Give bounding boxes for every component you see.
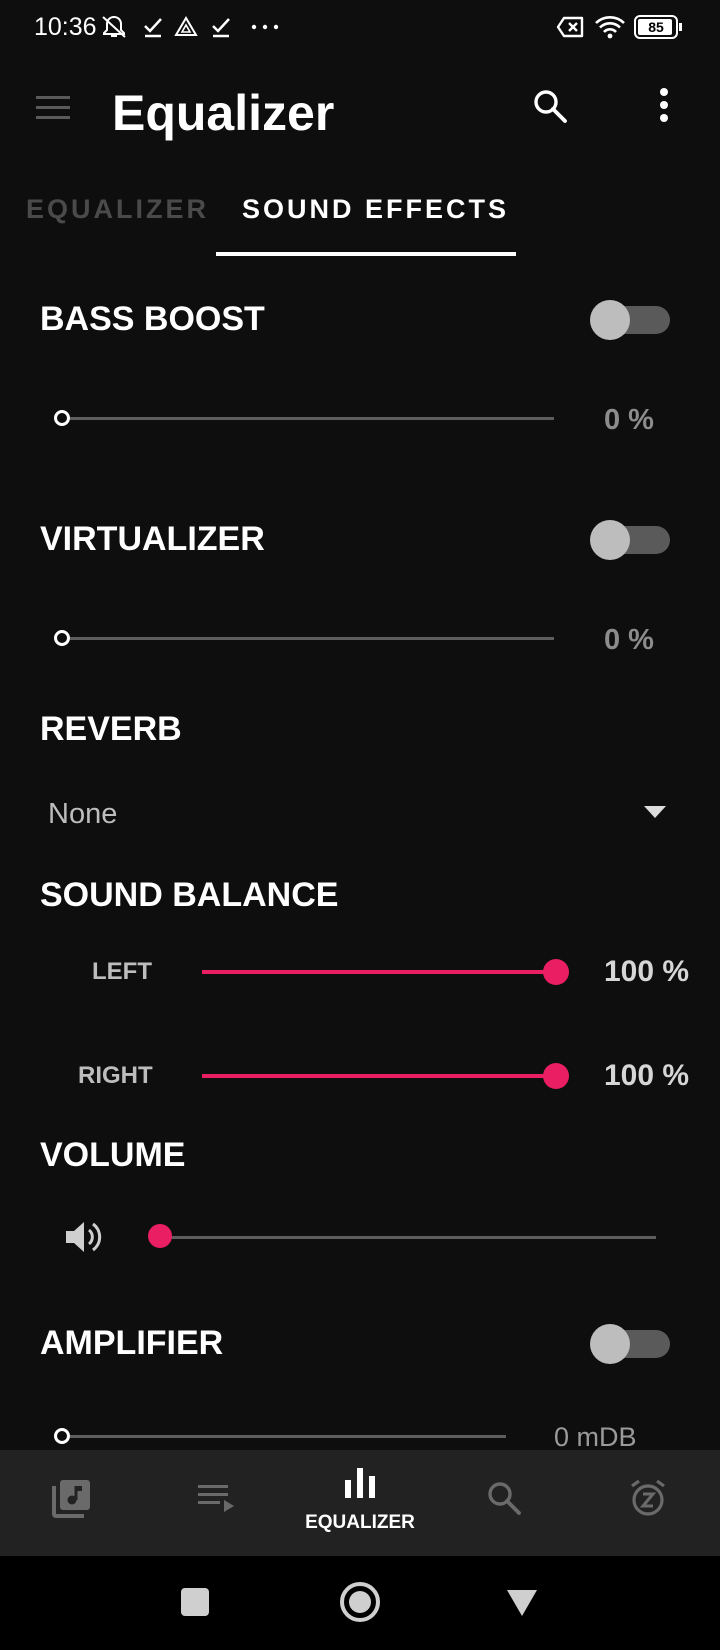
status-time: 10:36 [34,13,97,41]
amplifier-value: 0 mDB [554,1422,637,1452]
bottom-navigation: EQUALIZER [0,1450,720,1556]
balance-right-label: RIGHT [78,1062,153,1089]
balance-right-slider[interactable] [202,1062,572,1090]
amplifier-switch[interactable] [590,1324,670,1364]
system-navigation [0,1556,720,1650]
virtualizer-switch[interactable] [590,520,670,560]
nav-equalizer[interactable]: EQUALIZER [285,1450,435,1556]
amplifier-title: AMPLIFIER [40,1324,224,1362]
balance-left-value: 100 % [604,955,690,988]
check-icon [144,18,162,38]
nav-queue[interactable] [144,1450,288,1556]
home-button[interactable] [340,1582,380,1622]
volume-slider[interactable] [148,1224,658,1250]
back-button[interactable] [505,1588,539,1618]
tab-bar: EQUALIZER SOUND EFFECTS [0,164,720,258]
notifications-off-icon [102,15,126,38]
reverb-title: REVERB [40,710,182,748]
queue-icon [198,1485,234,1512]
bass-boost-slider[interactable] [54,408,558,428]
slider-thumb[interactable] [543,959,569,985]
equalizer-icon [345,1468,375,1498]
status-bar: 10:36 85 [0,0,720,54]
virtualizer-title: VIRTUALIZER [40,520,265,558]
balance-left-slider[interactable] [202,958,572,986]
check-icon [212,18,230,38]
amplifier-slider[interactable] [54,1426,510,1446]
bass-boost-title: BASS BOOST [40,300,265,338]
reverb-dropdown[interactable]: None [40,790,680,840]
nav-search[interactable] [432,1450,576,1556]
volume-title: VOLUME [40,1136,186,1174]
search-icon[interactable] [532,88,568,124]
drive-icon [174,16,198,36]
menu-icon[interactable] [36,94,70,122]
balance-right-value: 100 % [604,1059,690,1092]
balance-left-label: LEFT [92,958,152,985]
virtualizer-value: 0 % [604,624,654,656]
recents-button[interactable] [181,1588,209,1616]
slider-thumb[interactable] [54,1428,70,1444]
nav-library[interactable] [0,1450,144,1556]
battery-level: 85 [648,19,664,35]
chevron-down-icon [644,806,666,818]
nav-equalizer-label: EQUALIZER [305,1512,415,1533]
bass-boost-value: 0 % [604,404,654,436]
app-bar: Equalizer [0,54,720,164]
sleep-timer-icon [631,1479,665,1516]
search-icon [488,1482,521,1515]
wifi-icon [595,16,625,39]
bass-boost-switch[interactable] [590,300,670,340]
slider-thumb[interactable] [54,410,70,426]
no-sim-icon [556,16,584,38]
volume-icon [66,1222,102,1252]
page-title: Equalizer [112,85,335,141]
slider-thumb[interactable] [543,1063,569,1089]
slider-thumb[interactable] [54,630,70,646]
music-library-icon [52,1480,90,1518]
more-dots-icon [251,24,279,30]
slider-thumb[interactable] [148,1224,172,1248]
tab-indicator [216,252,516,256]
battery-icon: 85 [634,15,682,39]
more-vert-icon[interactable] [650,86,678,126]
virtualizer-slider[interactable] [54,628,558,648]
nav-sleep-timer[interactable] [576,1450,720,1556]
sound-balance-title: SOUND BALANCE [40,876,339,914]
tab-equalizer[interactable]: EQUALIZER [26,194,209,225]
tab-sound-effects[interactable]: SOUND EFFECTS [242,194,509,225]
reverb-selected: None [48,798,118,830]
